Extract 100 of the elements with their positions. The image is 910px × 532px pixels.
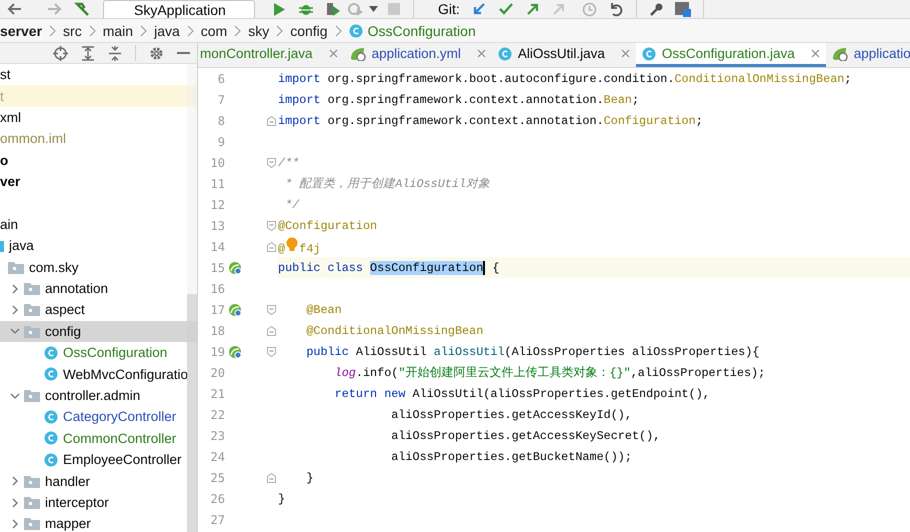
minimize-icon[interactable]: [177, 52, 190, 54]
line-number: 13: [210, 218, 225, 232]
back-arrow-icon[interactable]: [6, 2, 22, 16]
lightbulb-icon[interactable]: [286, 237, 298, 252]
breadcrumb-item[interactable]: src: [63, 22, 82, 38]
code-line: @ f4j: [278, 237, 320, 256]
line-number: 26: [210, 492, 225, 506]
fold-marker-icon[interactable]: [267, 220, 276, 230]
line-number: 9: [218, 134, 225, 148]
push-arrow-icon[interactable]: [526, 2, 540, 16]
tree-item[interactable]: CommonController: [63, 430, 176, 446]
line-number: 19: [210, 344, 225, 358]
forward-arrow-icon[interactable]: [46, 2, 62, 16]
tree-item[interactable]: java: [9, 238, 34, 254]
breadcrumb-item[interactable]: sky: [248, 22, 270, 38]
code-line: @Configuration: [278, 218, 378, 232]
code-line: /**: [278, 156, 300, 170]
close-icon[interactable]: [476, 49, 486, 58]
caret-icon[interactable]: [368, 6, 378, 12]
tree-item[interactable]: CategoryController: [63, 409, 176, 424]
tree-item[interactable]: com.sky: [29, 260, 79, 275]
tree-item[interactable]: xml: [0, 110, 21, 125]
tree-item[interactable]: controller.admin: [45, 388, 140, 404]
update-arrow-icon[interactable]: [472, 2, 486, 16]
fold-marker-icon[interactable]: [267, 242, 276, 252]
tree-item[interactable]: st: [0, 67, 11, 82]
check-icon[interactable]: [499, 2, 514, 16]
class-icon: [44, 346, 58, 360]
bug-icon[interactable]: [298, 2, 312, 16]
tree-item[interactable]: ain: [0, 216, 18, 232]
coverage-icon[interactable]: [324, 2, 340, 16]
tree-item[interactable]: WebMvcConfiguratio: [63, 366, 188, 382]
tree-item[interactable]: mapper: [45, 516, 91, 532]
line-number: 16: [210, 282, 225, 296]
fold-marker-icon[interactable]: [267, 472, 276, 482]
close-icon[interactable]: [810, 49, 820, 58]
collapse-all-icon[interactable]: [108, 46, 122, 60]
close-icon[interactable]: [328, 49, 338, 58]
fold-marker-icon[interactable]: [267, 304, 276, 314]
editor-tab[interactable]: monController.java: [198, 43, 344, 67]
editor-tab[interactable]: applicatio: [826, 43, 910, 67]
editor-tab[interactable]: AliOssUtil.java: [492, 43, 636, 67]
editor-tab[interactable]: application.yml: [344, 43, 492, 67]
class-icon: [348, 24, 363, 38]
line-number: 6: [218, 72, 225, 86]
line-number: 25: [210, 470, 225, 484]
tree-item[interactable]: OssConfiguration: [63, 345, 168, 360]
line-number: 8: [218, 114, 225, 128]
bean-icon[interactable]: [228, 260, 242, 274]
wrench-icon[interactable]: [648, 2, 664, 16]
code-line: public class OssConfiguration {: [278, 260, 500, 274]
breadcrumb-item[interactable]: java: [154, 22, 180, 38]
code-line: }: [305, 470, 314, 484]
tree-item[interactable]: ver: [0, 174, 20, 190]
tree-item[interactable]: interceptor: [45, 495, 109, 510]
code-line: import org.springframework.boot.autoconfigure.condition.ConditionalOnMissingBean;: [278, 72, 852, 86]
run-configuration-dropdown[interactable]: SkyApplication: [103, 0, 255, 18]
line-number: 14: [210, 240, 225, 254]
run-icon[interactable]: [272, 2, 284, 16]
breadcrumb-item[interactable]: com: [200, 22, 228, 38]
chevron-icon: [234, 24, 242, 36]
tree-item[interactable]: handler: [45, 474, 90, 489]
profiler-icon[interactable]: [348, 2, 364, 16]
breadcrumb-item[interactable]: config: [290, 22, 328, 38]
breadcrumb-item[interactable]: server: [0, 22, 42, 38]
chevron-icon: [140, 24, 148, 36]
yaml-file-icon: [350, 46, 366, 60]
scrollbar[interactable]: [187, 64, 197, 532]
tree-item[interactable]: annotation: [45, 281, 108, 296]
locate-icon[interactable]: [53, 46, 68, 60]
fold-marker-icon[interactable]: [267, 116, 276, 126]
code-line: * 配置类，用于创建AliOssUtil对象: [284, 176, 490, 192]
expand-all-icon[interactable]: [81, 46, 95, 60]
chevron-icon: [334, 24, 342, 36]
tree-item[interactable]: EmployeeController: [63, 452, 182, 468]
settings-icon[interactable]: [149, 46, 164, 60]
tree-item[interactable]: config: [45, 324, 82, 339]
bean-icon[interactable]: [228, 344, 242, 358]
line-number: 21: [210, 386, 225, 400]
breadcrumb-item[interactable]: OssConfiguration: [368, 22, 476, 38]
bean-icon[interactable]: [228, 302, 242, 316]
tree-item[interactable]: aspect: [45, 302, 85, 318]
undo-icon[interactable]: [608, 2, 624, 16]
layout-icon[interactable]: [675, 2, 692, 16]
fold-marker-icon[interactable]: [267, 158, 276, 168]
hammer-icon[interactable]: [74, 2, 90, 16]
fold-marker-icon[interactable]: [267, 326, 276, 336]
line-number: 20: [210, 366, 225, 380]
chevron-icon: [88, 24, 96, 36]
fold-marker-icon[interactable]: [267, 346, 276, 356]
close-icon[interactable]: [620, 49, 630, 58]
history-icon[interactable]: [582, 2, 597, 16]
line-number: 11: [210, 176, 225, 190]
editor-tab[interactable]: OssConfiguration.java: [636, 43, 826, 67]
line-number: 10: [210, 156, 225, 170]
line-number: 17: [210, 302, 225, 316]
breadcrumb-item[interactable]: main: [102, 22, 134, 38]
tree-item[interactable]: o: [0, 152, 8, 168]
vcs-label: Git:: [438, 1, 460, 18]
code-line: }: [278, 492, 286, 506]
